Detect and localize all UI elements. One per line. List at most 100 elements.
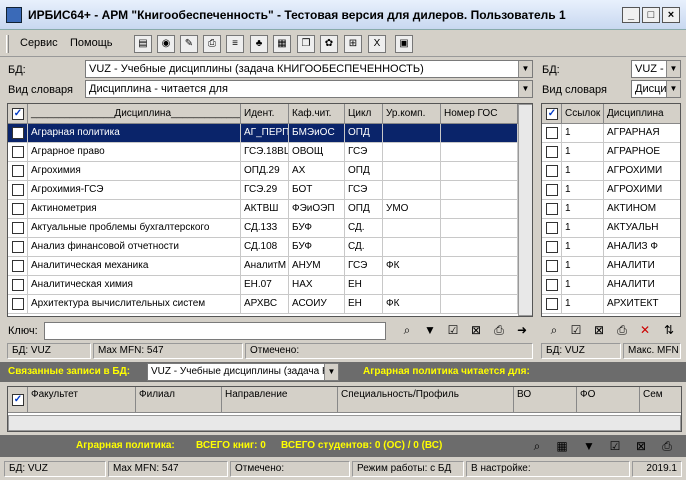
column-header-gos[interactable]: Номер ГОС (441, 104, 518, 124)
document-icon[interactable]: ▤ (134, 35, 152, 53)
row-checkbox[interactable] (12, 127, 24, 139)
table-row[interactable]: 1 АГРОХИМИ (542, 181, 680, 200)
table-row[interactable]: 1 АРХИТЕКТ (542, 295, 680, 314)
uncheck-icon[interactable]: ⊠ (632, 437, 650, 455)
chevron-down-icon[interactable]: ▼ (518, 61, 532, 77)
menu-help[interactable]: Помощь (70, 37, 113, 49)
chevron-down-icon[interactable]: ▼ (518, 81, 532, 97)
column-header-fo[interactable]: ФО (577, 387, 640, 413)
vertical-scrollbar[interactable] (518, 104, 532, 316)
chevron-down-icon[interactable]: ▼ (666, 81, 680, 97)
table-row[interactable]: 1 АГРАРНАЯ (542, 124, 680, 143)
chevron-down-icon[interactable]: ▼ (666, 61, 680, 77)
row-checkbox[interactable] (546, 241, 558, 253)
dict-select[interactable]: Дисциплина - читается для ▼ (85, 80, 533, 98)
print-icon[interactable]: ⎙ (203, 35, 221, 53)
print-icon[interactable]: ⎙ (658, 437, 676, 455)
table-row[interactable]: 1 АГРОХИМИ (542, 162, 680, 181)
check-icon[interactable]: ☑ (444, 321, 462, 339)
right-db-select[interactable]: VUZ - ▼ (631, 60, 681, 78)
filter-icon[interactable]: ▼ (421, 321, 439, 339)
row-checkbox[interactable] (546, 279, 558, 291)
column-header-faculty[interactable]: Факультет (28, 387, 136, 413)
check-icon[interactable]: ✓ (546, 108, 558, 120)
filter-icon[interactable]: ▼ (580, 437, 598, 455)
copy-icon[interactable]: ❐ (297, 35, 315, 53)
grid-icon[interactable]: ▦ (273, 35, 291, 53)
table-row[interactable]: Анализ финансовой отчетности СД.108 БУФ СД. (8, 238, 518, 257)
row-checkbox[interactable] (12, 165, 24, 177)
row-checkbox[interactable] (546, 184, 558, 196)
minimize-button[interactable]: _ (622, 7, 640, 23)
settings-icon[interactable]: ◉ (157, 35, 175, 53)
uncheck-icon[interactable]: ⊠ (590, 321, 608, 339)
row-checkbox[interactable] (546, 146, 558, 158)
sort-icon[interactable]: ⇅ (660, 321, 678, 339)
list-icon[interactable]: ≡ (226, 35, 244, 53)
row-checkbox[interactable] (12, 184, 24, 196)
table-row[interactable]: Аграрная политика АГ_ПЕРП БМЭиОС ОПД (8, 124, 518, 143)
table-row[interactable]: 1 АГРАРНОЕ (542, 143, 680, 162)
search-icon[interactable]: ⌕ (398, 321, 416, 339)
right-dict-select[interactable]: Дисци ▼ (631, 80, 681, 98)
table-row[interactable]: 1 АНАЛИТИ (542, 276, 680, 295)
row-checkbox[interactable] (12, 260, 24, 272)
chevron-down-icon[interactable]: ▼ (324, 364, 338, 380)
linked-select-all-header[interactable]: ✓ (8, 387, 28, 413)
table-row[interactable]: Актинометрия АКТВШ ФЭиОЭП ОПД УМО (8, 200, 518, 219)
table-row[interactable]: 1 АКТУАЛЬН (542, 219, 680, 238)
table-row[interactable]: Аналитическая химия ЕН.07 НАХ ЕН (8, 276, 518, 295)
check-icon[interactable]: ☑ (567, 321, 585, 339)
row-checkbox[interactable] (546, 222, 558, 234)
column-header-cycle[interactable]: Цикл (345, 104, 383, 124)
table-icon[interactable]: ▦ (553, 437, 571, 455)
excel-icon[interactable]: X (368, 35, 386, 53)
table-row[interactable]: Архитектура вычислительных систем АРХВС АС… (8, 295, 518, 314)
row-checkbox[interactable] (12, 203, 24, 215)
column-header-links[interactable]: Ссылок (562, 104, 604, 124)
print-icon[interactable]: ⎙ (490, 321, 508, 339)
hierarchy-icon[interactable]: ⊞ (344, 35, 362, 53)
check-icon[interactable]: ✓ (12, 394, 24, 406)
key-input[interactable] (44, 322, 386, 340)
table-row[interactable]: Аналитическая механика АналитМ АНУМ ГСЭ ФК (8, 257, 518, 276)
column-header-ident[interactable]: Идент. (241, 104, 289, 124)
row-checkbox[interactable] (546, 127, 558, 139)
column-header-dept[interactable]: Каф.чит. (289, 104, 345, 124)
color-icon[interactable]: ✿ (320, 35, 338, 53)
right-select-all-header[interactable]: ✓ (542, 104, 562, 124)
column-header-level[interactable]: Ур.комп. (383, 104, 441, 124)
close-button[interactable]: × (662, 7, 680, 23)
column-header-specialty[interactable]: Специальность/Профиль (338, 387, 514, 413)
delete-icon[interactable]: ✕ (636, 321, 654, 339)
table-row[interactable]: Актуальные проблемы бухгалтерского СД.133… (8, 219, 518, 238)
uncheck-icon[interactable]: ⊠ (467, 321, 485, 339)
check-icon[interactable]: ✓ (12, 108, 24, 120)
row-checkbox[interactable] (12, 222, 24, 234)
row-checkbox[interactable] (546, 203, 558, 215)
row-checkbox[interactable] (12, 298, 24, 310)
search-icon[interactable]: ⌕ (545, 321, 563, 339)
table-row[interactable]: Агрохимия ОПД.29 АХ ОПД (8, 162, 518, 181)
row-checkbox[interactable] (12, 241, 24, 253)
column-header-semester[interactable]: Сем (640, 387, 681, 413)
column-header-vo[interactable]: ВО (514, 387, 577, 413)
edit-icon[interactable]: ✎ (180, 35, 198, 53)
table-row[interactable]: 1 АКТИНОМ (542, 200, 680, 219)
column-header-branch[interactable]: Филиал (136, 387, 222, 413)
row-checkbox[interactable] (12, 279, 24, 291)
table-row[interactable]: 1 АНАЛИЗ Ф (542, 238, 680, 257)
table-row[interactable]: Аграрное право ГСЭ.18ВЦ ОВОЩ ГСЭ (8, 143, 518, 162)
menu-service[interactable]: Сервис (20, 37, 58, 49)
table-row[interactable]: Агрохимия-ГСЭ ГСЭ.29 БОТ ГСЭ (8, 181, 518, 200)
row-checkbox[interactable] (12, 146, 24, 158)
horizontal-scrollbar[interactable] (8, 415, 681, 431)
maximize-button[interactable]: □ (642, 7, 660, 23)
table-row[interactable]: 1 АНАЛИТИ (542, 257, 680, 276)
linked-db-select[interactable]: VUZ - Учебные дисциплины (задача КН ▼ (147, 363, 339, 381)
select-all-header[interactable]: ✓ (8, 104, 28, 124)
column-header-discipline[interactable]: Дисциплина (604, 104, 680, 124)
export-icon[interactable]: ▣ (395, 35, 413, 53)
print-icon[interactable]: ⎙ (613, 321, 631, 339)
search-icon[interactable]: ⌕ (528, 437, 546, 455)
